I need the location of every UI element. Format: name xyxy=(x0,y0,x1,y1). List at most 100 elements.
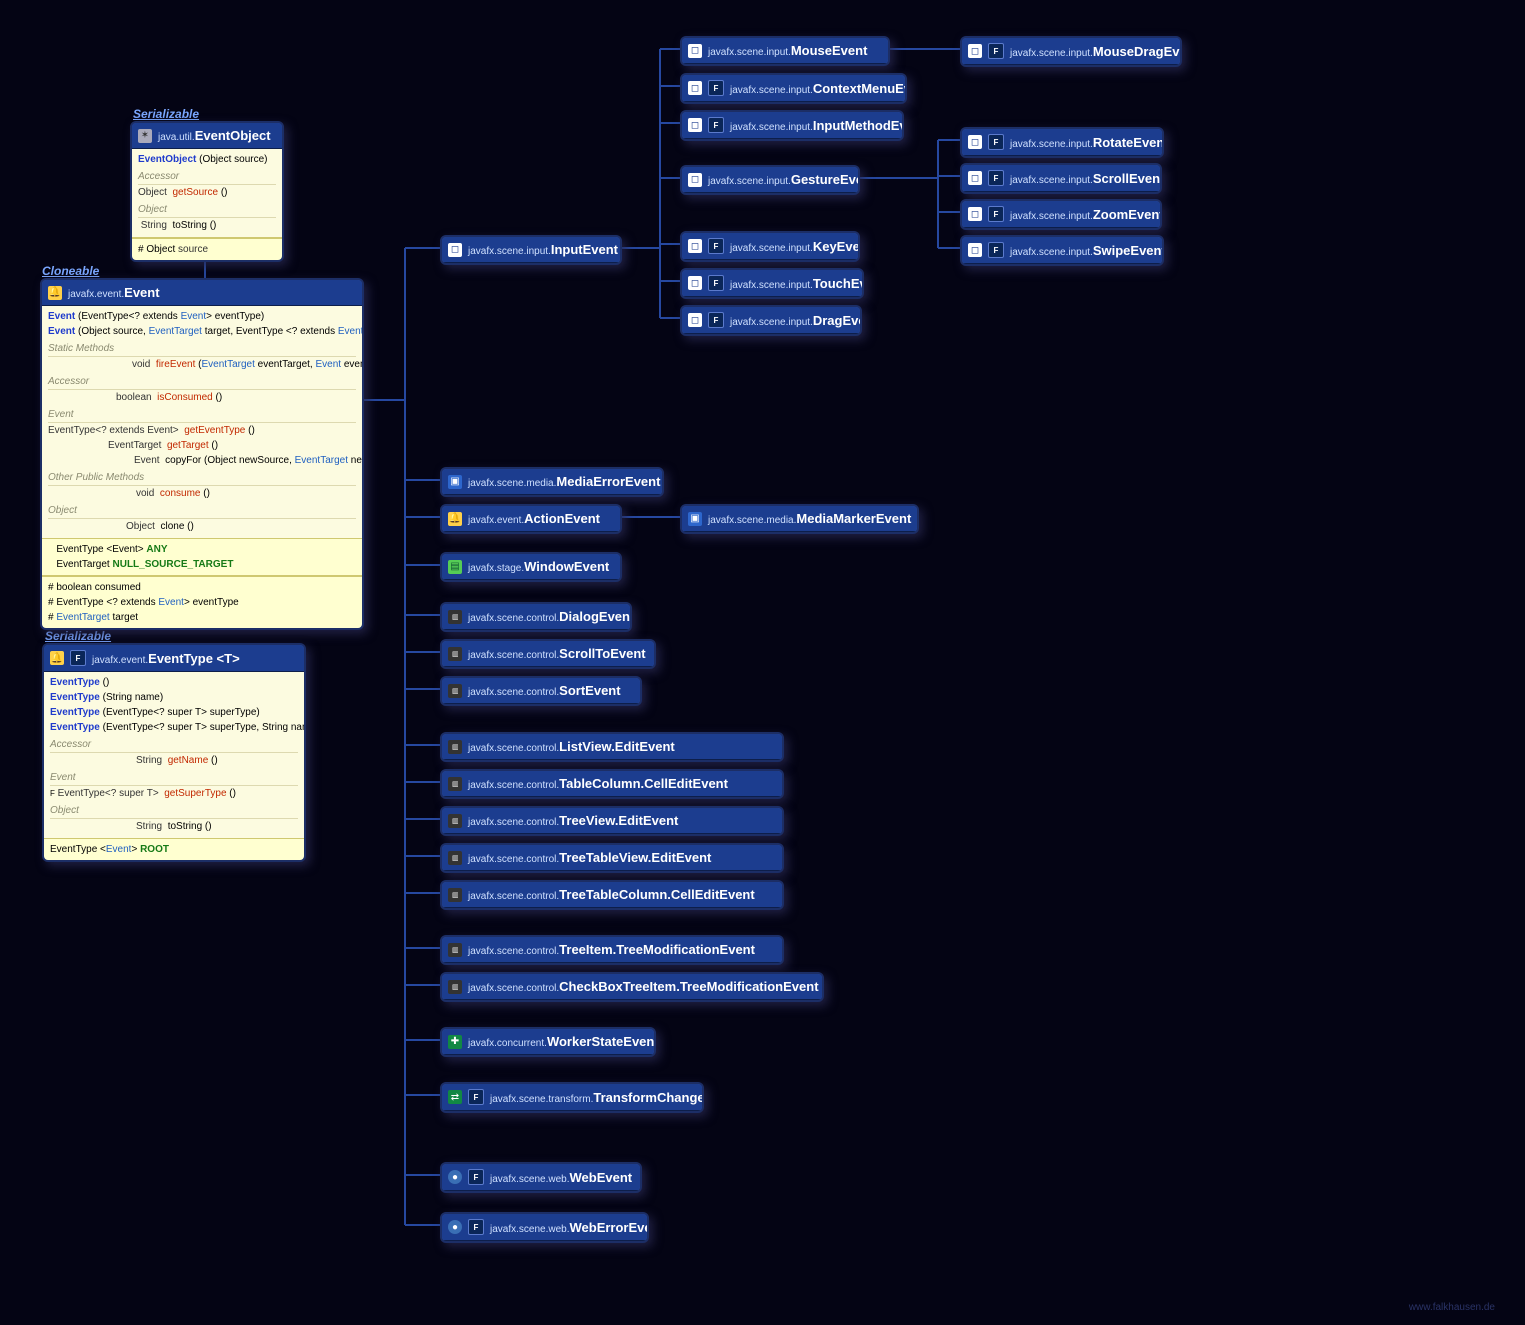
class-header: ◻ F javafx.scene.input.ContextMenuEvent xyxy=(682,75,905,102)
class-icon: ◻ xyxy=(688,81,702,95)
class-constants: EventType <Event> ANY EventTarget NULL_S… xyxy=(42,538,362,575)
class-mouseEvent: ◻ javafx.scene.input.MouseEvent xyxy=(680,36,890,66)
win-icon: ▤ xyxy=(448,560,462,574)
class-touch: ◻ F javafx.scene.input.TouchEvent xyxy=(680,268,864,299)
class-header: 🔔 javafx.event.Event xyxy=(42,280,362,306)
class-header: ◻ javafx.scene.input.MouseEvent xyxy=(682,38,888,64)
class-window: ▤ javafx.stage.WindowEvent xyxy=(440,552,622,582)
final-icon: F xyxy=(70,650,86,666)
final-icon: F xyxy=(988,170,1004,186)
class-header: ◻ F javafx.scene.input.RotateEvent xyxy=(962,129,1162,156)
class-treeItemMod: ▥ javafx.scene.control.TreeItem.TreeModi… xyxy=(440,935,784,965)
ctrl-icon: ▥ xyxy=(448,740,462,754)
class-header: ◻ F javafx.scene.input.TouchEvent xyxy=(682,270,862,297)
class-header: ◻ F javafx.scene.input.InputMethodEvent xyxy=(682,112,902,139)
trans-icon: ⇄ xyxy=(448,1090,462,1104)
class-transform: ⇄ F javafx.scene.transform.TransformChan… xyxy=(440,1082,704,1113)
class-header: ● F javafx.scene.web.WebErrorEvent xyxy=(442,1214,647,1241)
tag-serializable-1: Serializable xyxy=(133,107,199,121)
class-header: ◻ F javafx.scene.input.KeyEvent xyxy=(682,233,858,260)
class-header: ◻ javafx.scene.input.InputEvent xyxy=(442,237,620,263)
class-icon: ◻ xyxy=(688,173,702,187)
media-icon: ▣ xyxy=(688,512,702,526)
ctrl-icon: ▥ xyxy=(448,684,462,698)
class-icon: ◻ xyxy=(688,313,702,327)
final-icon: F xyxy=(988,206,1004,222)
class-header: ▥ javafx.scene.control.ScrollToEvent xyxy=(442,641,654,667)
class-header: ◻ javafx.scene.input.GestureEvent xyxy=(682,167,858,193)
tag-cloneable: Cloneable xyxy=(42,264,99,278)
class-body: EventType () EventType (String name) Eve… xyxy=(44,672,304,838)
tag-serializable-2: Serializable xyxy=(45,629,111,643)
class-event: 🔔 javafx.event.Event Event (EventType<? … xyxy=(40,278,364,630)
class-header: ▥ javafx.scene.control.ListView.EditEven… xyxy=(442,734,782,760)
class-webError: ● F javafx.scene.web.WebErrorEvent xyxy=(440,1212,649,1243)
bell-icon: 🔔 xyxy=(50,651,64,665)
class-ctxMenu: ◻ F javafx.scene.input.ContextMenuEvent xyxy=(680,73,907,104)
class-header: ✶ java.util.EventObject xyxy=(132,123,282,149)
class-gesture: ◻ javafx.scene.input.GestureEvent xyxy=(680,165,860,195)
class-icon: ◻ xyxy=(688,118,702,132)
class-header: ▥ javafx.scene.control.DialogEvent xyxy=(442,604,630,630)
class-constants: EventType <Event> ROOT xyxy=(44,838,304,860)
class-header: 🔔 F javafx.event.EventType <T> xyxy=(44,645,304,672)
class-header: ▥ javafx.scene.control.TreeTableColumn.C… xyxy=(442,882,782,908)
class-scrollTo: ▥ javafx.scene.control.ScrollToEvent xyxy=(440,639,656,669)
ctrl-icon: ▥ xyxy=(448,814,462,828)
class-scroll: ◻ F javafx.scene.input.ScrollEvent xyxy=(960,163,1162,194)
ctrl-icon: ▥ xyxy=(448,980,462,994)
ctrl-icon: ▥ xyxy=(448,851,462,865)
class-header: ▥ javafx.scene.control.TreeItem.TreeModi… xyxy=(442,937,782,963)
class-header: ◻ F javafx.scene.input.ScrollEvent xyxy=(962,165,1160,192)
class-header: ▣ javafx.scene.media.MediaErrorEvent xyxy=(442,469,662,495)
class-header: 🔔 javafx.event.ActionEvent xyxy=(442,506,620,532)
class-workerState: ✚ javafx.concurrent.WorkerStateEvent xyxy=(440,1027,656,1057)
class-drag: ◻ F javafx.scene.input.DragEvent xyxy=(680,305,862,336)
class-header: ▥ javafx.scene.control.CheckBoxTreeItem.… xyxy=(442,974,822,1000)
class-header: ▥ javafx.scene.control.TableColumn.CellE… xyxy=(442,771,782,797)
class-icon: ◻ xyxy=(688,44,702,58)
credit-text: www.falkhausen.de xyxy=(1409,1302,1495,1313)
class-header: ▥ javafx.scene.control.TreeView.EditEven… xyxy=(442,808,782,834)
ctrl-icon: ▥ xyxy=(448,777,462,791)
class-fields: # boolean consumed # EventType <? extend… xyxy=(42,575,362,628)
check-icon: ✚ xyxy=(448,1035,462,1049)
class-header: ● F javafx.scene.web.WebEvent xyxy=(442,1164,640,1191)
class-cbTreeItemMod: ▥ javafx.scene.control.CheckBoxTreeItem.… xyxy=(440,972,824,1002)
class-treeTableEdit: ▥ javafx.scene.control.TreeTableView.Edi… xyxy=(440,843,784,873)
final-icon: F xyxy=(468,1089,484,1105)
class-rotate: ◻ F javafx.scene.input.RotateEvent xyxy=(960,127,1164,158)
class-tableCell: ▥ javafx.scene.control.TableColumn.CellE… xyxy=(440,769,784,799)
web-icon: ● xyxy=(448,1220,462,1234)
ctrl-icon: ▥ xyxy=(448,647,462,661)
class-body: EventObject (Object source) Accessor Obj… xyxy=(132,149,282,237)
gear-icon: ✶ xyxy=(138,129,152,143)
class-listEdit: ▥ javafx.scene.control.ListView.EditEven… xyxy=(440,732,784,762)
class-mediaMarker: ▣ javafx.scene.media.MediaMarkerEvent xyxy=(680,504,919,534)
class-icon: ◻ xyxy=(968,44,982,58)
class-key: ◻ F javafx.scene.input.KeyEvent xyxy=(680,231,860,262)
final-icon: F xyxy=(708,312,724,328)
class-sort: ▥ javafx.scene.control.SortEvent xyxy=(440,676,642,706)
class-treeEdit: ▥ javafx.scene.control.TreeView.EditEven… xyxy=(440,806,784,836)
final-icon: F xyxy=(468,1169,484,1185)
class-header: ▣ javafx.scene.media.MediaMarkerEvent xyxy=(682,506,917,532)
class-fields: # Object source xyxy=(132,237,282,260)
class-icon: ◻ xyxy=(968,171,982,185)
ctrl-icon: ▥ xyxy=(448,943,462,957)
web-icon: ● xyxy=(448,1170,462,1184)
class-icon: ◻ xyxy=(968,135,982,149)
final-icon: F xyxy=(708,80,724,96)
final-icon: F xyxy=(468,1219,484,1235)
class-treeTableCell: ▥ javafx.scene.control.TreeTableColumn.C… xyxy=(440,880,784,910)
class-header: ◻ F javafx.scene.input.SwipeEvent xyxy=(962,237,1162,264)
class-icon: ◻ xyxy=(968,243,982,257)
class-body: Event (EventType<? extends Event> eventT… xyxy=(42,306,362,538)
final-icon: F xyxy=(708,275,724,291)
class-inputMethod: ◻ F javafx.scene.input.InputMethodEvent xyxy=(680,110,904,141)
class-header: ⇄ F javafx.scene.transform.TransformChan… xyxy=(442,1084,702,1111)
class-header: ◻ F javafx.scene.input.MouseDragEvent xyxy=(962,38,1180,65)
class-icon: ◻ xyxy=(688,276,702,290)
final-icon: F xyxy=(988,242,1004,258)
ctrl-icon: ▥ xyxy=(448,888,462,902)
